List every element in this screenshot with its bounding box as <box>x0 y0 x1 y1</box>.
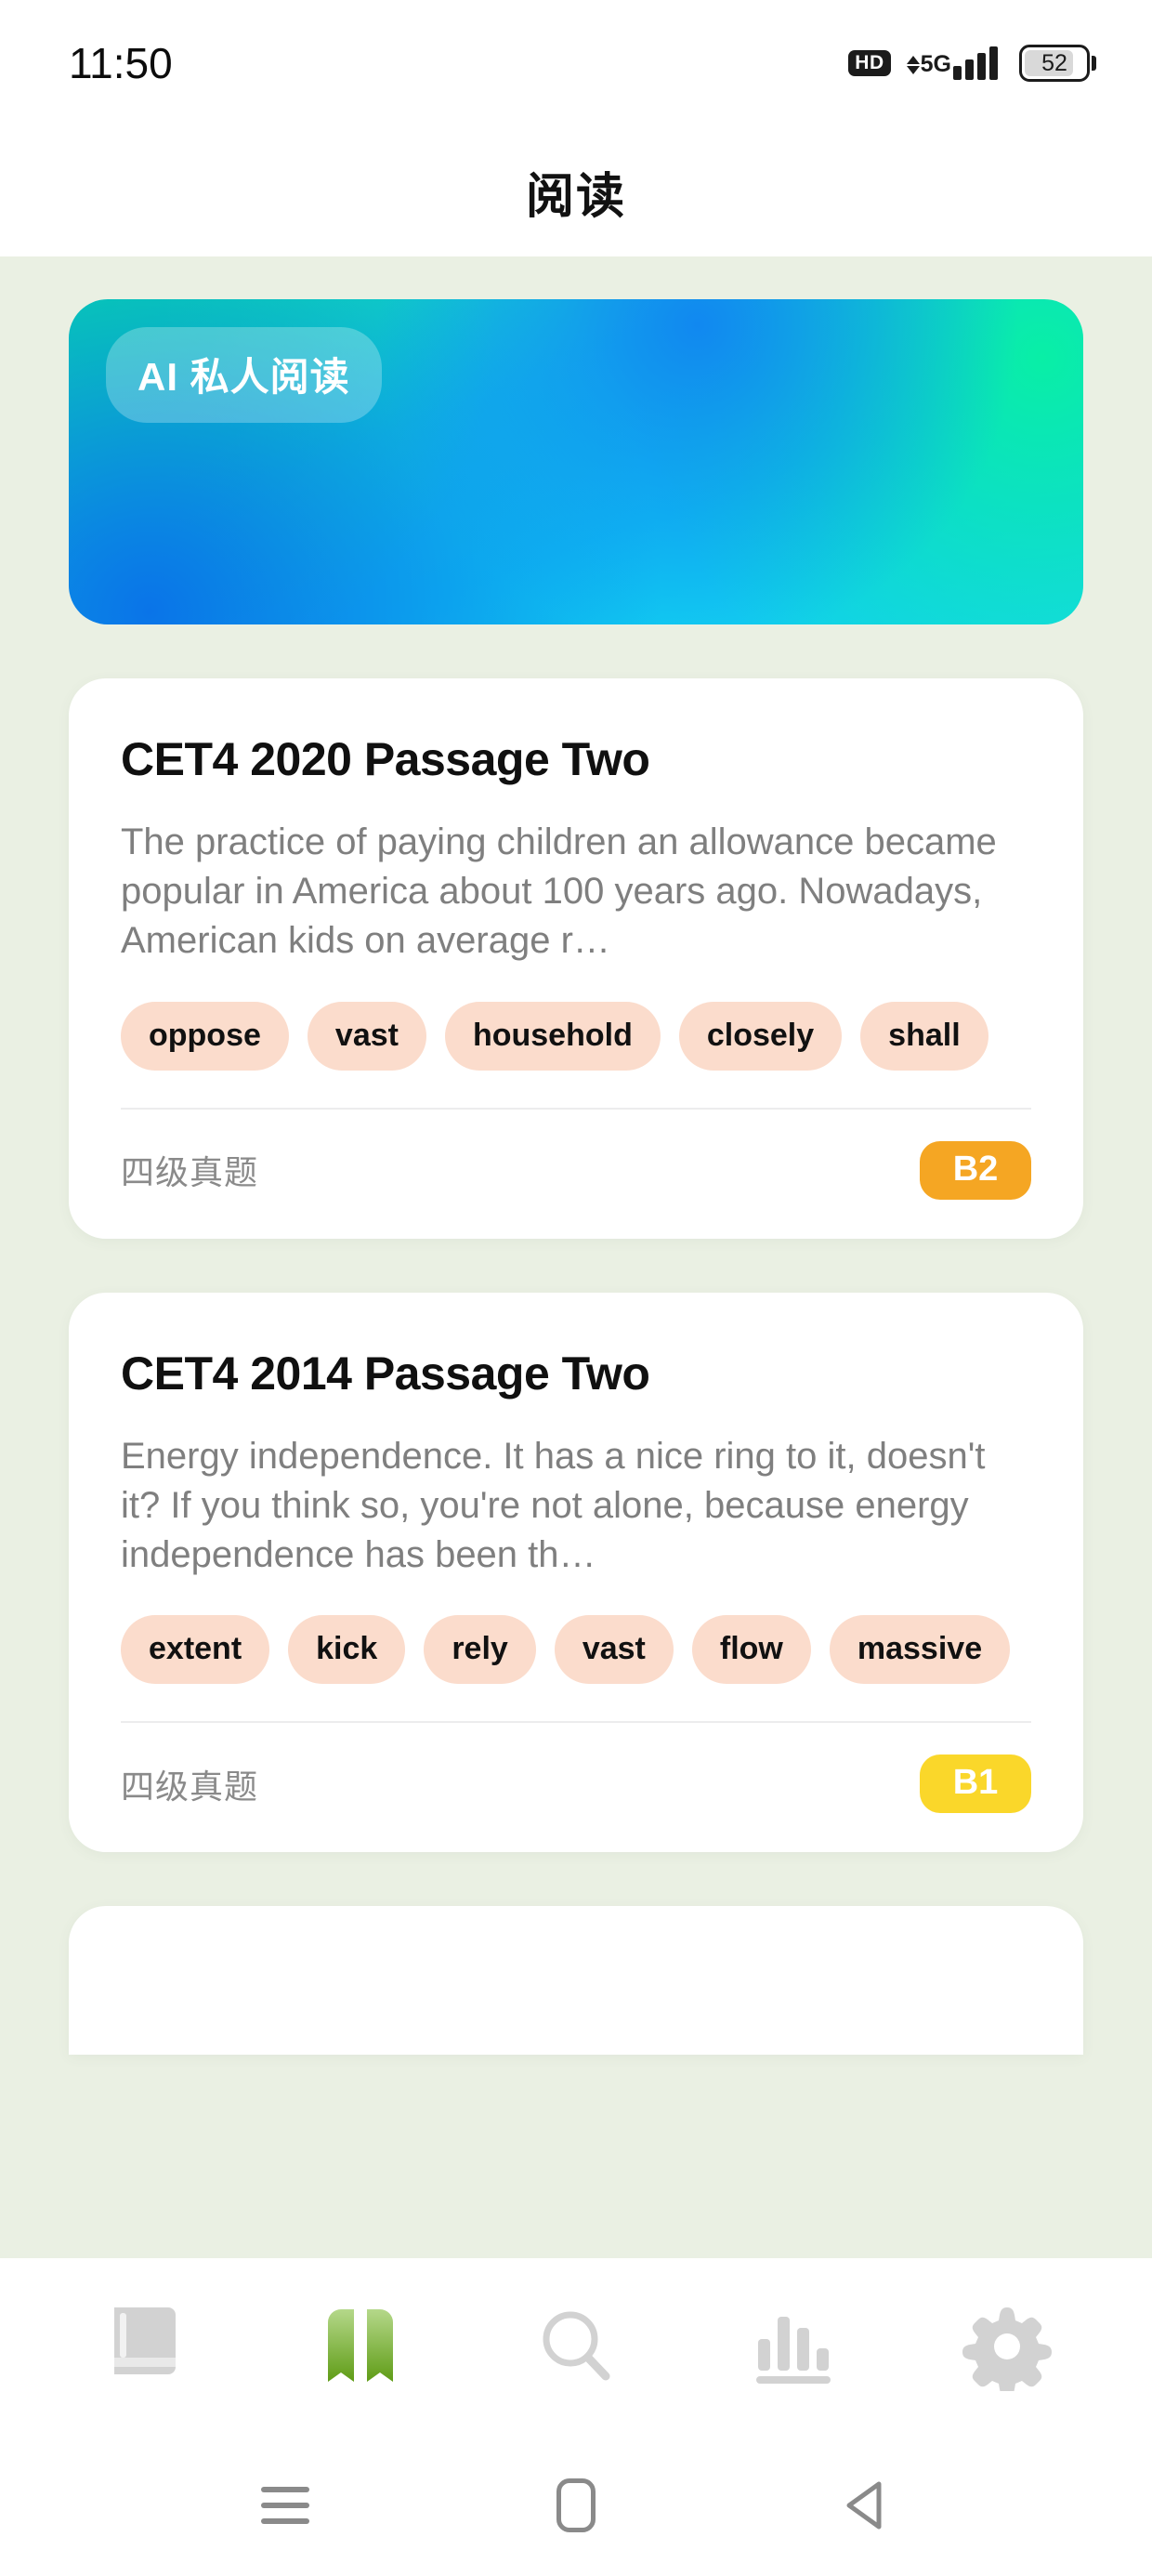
card-footer: 四级真题 B1 <box>121 1755 1031 1814</box>
article-card[interactable]: CET4 2014 Passage Two Energy independenc… <box>69 1292 1083 1853</box>
data-arrows-icon: 5G <box>906 51 951 77</box>
word-chip[interactable]: kick <box>288 1615 406 1685</box>
battery-body: 52 <box>1019 45 1090 82</box>
android-nav-bar <box>0 2435 1152 2576</box>
word-chip[interactable]: shall <box>860 1001 988 1071</box>
word-chip-list: extent kick rely vast flow massive <box>121 1615 1031 1685</box>
difficulty-badge: B1 <box>920 1755 1031 1814</box>
card-divider <box>121 1107 1031 1110</box>
home-icon[interactable] <box>534 2464 618 2547</box>
open-book-icon <box>328 2309 393 2382</box>
app-header: 阅读 <box>0 126 1152 256</box>
stats-bar-chart-icon <box>756 2317 831 2384</box>
tab-statistics[interactable] <box>727 2281 857 2412</box>
article-source-tag: 四级真题 <box>121 1767 259 1806</box>
battery-cap <box>1092 56 1096 71</box>
battery-level-label: 52 <box>1041 49 1067 76</box>
article-source-tag: 四级真题 <box>121 1153 259 1192</box>
article-card[interactable]: CET4 2020 Passage Two The practice of pa… <box>69 678 1083 1239</box>
back-triangle <box>846 2481 882 2530</box>
network-indicator: 5G <box>906 46 998 80</box>
tab-search[interactable] <box>511 2281 641 2412</box>
home-shape <box>556 2478 596 2532</box>
word-chip[interactable]: household <box>444 1001 661 1071</box>
word-chip[interactable]: flow <box>691 1615 811 1685</box>
ai-reading-pill[interactable]: AI 私人阅读 <box>106 327 382 423</box>
word-chip[interactable]: oppose <box>121 1001 289 1071</box>
status-clock: 11:50 <box>69 39 173 87</box>
word-chip[interactable]: vast <box>554 1615 674 1685</box>
article-title: CET4 2014 Passage Two <box>121 1347 650 1400</box>
page-title: 阅读 <box>525 169 626 224</box>
word-chip-list: oppose vast household closely shall <box>121 1001 1031 1071</box>
hd-icon: HD <box>848 50 891 76</box>
arrow-down-icon <box>906 65 920 74</box>
status-bar: 11:50 HD 5G 52 <box>0 0 1152 126</box>
tab-bookshelf[interactable] <box>80 2281 210 2412</box>
arrows-glyph <box>906 55 920 74</box>
word-chip[interactable]: vast <box>307 1001 426 1071</box>
recents-icon[interactable] <box>243 2464 327 2547</box>
gear-icon <box>962 2307 1052 2391</box>
content-scroll-area[interactable]: trainee sea color supportive born folk A… <box>0 256 1152 2258</box>
word-chip[interactable]: rely <box>424 1615 536 1685</box>
network-type-label: 5G <box>920 51 951 77</box>
back-icon[interactable] <box>825 2464 909 2547</box>
status-indicators: HD 5G 52 <box>848 45 1096 82</box>
difficulty-badge: B2 <box>920 1140 1031 1200</box>
arrow-up-icon <box>906 55 920 64</box>
tab-reading[interactable] <box>295 2281 425 2412</box>
ai-reading-pill-label: AI 私人阅读 <box>137 355 350 399</box>
bottom-tab-bar <box>0 2258 1152 2435</box>
battery-icon: 52 <box>1019 45 1096 82</box>
article-card-partial[interactable] <box>69 1906 1083 2056</box>
ai-reading-banner[interactable]: trainee sea color supportive born folk A… <box>69 299 1083 624</box>
search-icon <box>543 2311 610 2381</box>
phone-screen: 11:50 HD 5G 52 阅读 AI 私人阅读 CET4 2020 Pass… <box>0 0 1152 2576</box>
article-excerpt: Energy independence. It has a nice ring … <box>121 1435 986 1575</box>
article-excerpt: The practice of paying children an allow… <box>121 821 997 962</box>
signal-bars-icon <box>953 46 998 80</box>
book-icon <box>114 2307 176 2374</box>
recents-lines <box>260 2487 309 2524</box>
word-chip[interactable]: massive <box>829 1615 1011 1685</box>
tab-settings[interactable] <box>942 2281 1072 2412</box>
word-chip[interactable]: closely <box>678 1001 843 1071</box>
word-chip[interactable]: extent <box>121 1615 270 1685</box>
card-divider <box>121 1721 1031 1724</box>
card-footer: 四级真题 B2 <box>121 1140 1031 1200</box>
article-title: CET4 2020 Passage Two <box>121 733 650 785</box>
